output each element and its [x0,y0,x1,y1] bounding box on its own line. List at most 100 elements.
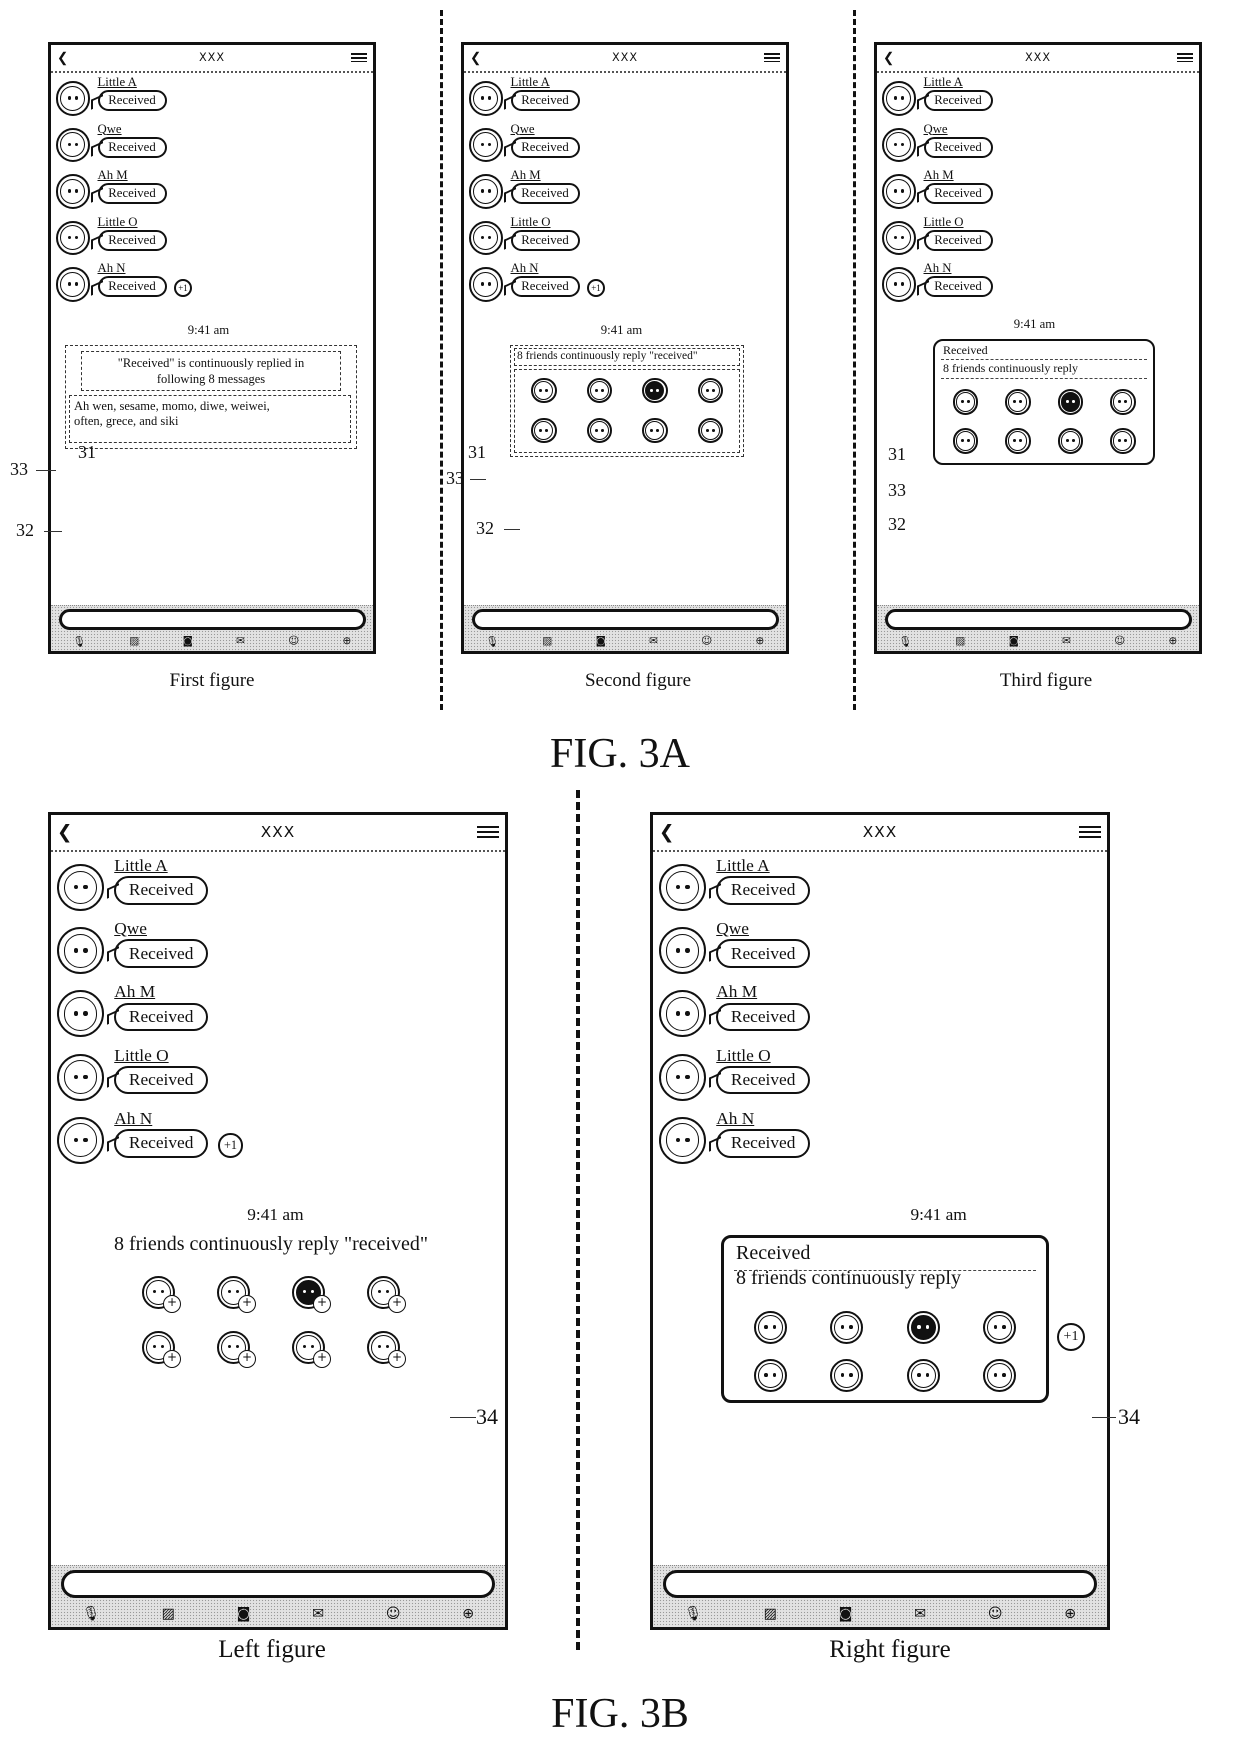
message-bubble[interactable]: Received [716,1065,811,1095]
back-icon[interactable]: ❮ [470,50,481,66]
image-icon[interactable]: ▨ [542,635,552,647]
avatar-one-eyed-monster-avatar[interactable] [55,220,90,255]
avatar-astronaut-avatar[interactable] [468,267,503,302]
camera-icon[interactable]: ◙ [839,1606,853,1622]
friend-avatar-6[interactable] [1005,428,1031,454]
message-input[interactable] [884,609,1192,630]
friend-avatar-1[interactable] [531,377,557,404]
avatar-boy-face-avatar[interactable] [468,174,503,209]
message-bubble[interactable]: Received [97,229,167,251]
friend-avatar-3[interactable] [1057,389,1083,415]
emoji-icon[interactable]: ☺ [386,1606,401,1622]
message-bubble[interactable]: Received [923,136,993,158]
emoji-icon[interactable]: ☺ [1114,635,1125,647]
message-input[interactable] [663,1569,1097,1599]
friend-avatar-1[interactable] [753,1311,787,1345]
friend-avatar-6[interactable]: + [217,1330,256,1368]
camera-icon[interactable]: ◙ [596,635,606,647]
red-envelope-icon[interactable]: ✉ [236,635,245,647]
friend-avatar-4[interactable] [983,1311,1017,1345]
message-bubble[interactable]: Received [923,229,993,251]
message-bubble[interactable]: Received [923,183,993,204]
plus-one-button[interactable]: +1 [1057,1322,1085,1351]
message-bubble[interactable]: Received [114,1002,209,1032]
add-friend-badge[interactable]: + [238,1294,256,1313]
avatar-bird-avatar[interactable] [57,927,105,975]
friend-avatar-2[interactable] [830,1311,864,1345]
red-envelope-icon[interactable]: ✉ [649,635,658,647]
friend-avatar-7[interactable]: + [292,1330,331,1368]
friend-avatar-7[interactable] [642,417,668,444]
avatar-girl-face-avatar[interactable] [881,81,916,116]
message-bubble[interactable]: Received [510,276,580,297]
message-bubble[interactable]: Received [114,1065,209,1095]
friend-avatar-3[interactable]: + [292,1275,331,1313]
back-icon[interactable]: ❮ [57,822,72,843]
image-icon[interactable]: ▨ [129,635,139,647]
message-bubble[interactable]: Received [114,1129,209,1158]
message-bubble[interactable]: Received [923,276,993,297]
friend-avatar-5[interactable]: + [142,1330,181,1368]
avatar-girl-face-avatar[interactable] [468,81,503,116]
plus-circle-icon[interactable]: ⊕ [343,635,352,647]
friend-avatar-4[interactable] [1110,389,1136,415]
plus-circle-icon[interactable]: ⊕ [756,635,765,647]
message-input[interactable] [58,609,366,630]
friend-avatar-2[interactable] [586,377,612,404]
menu-icon[interactable] [350,53,367,63]
plus-circle-icon[interactable]: ⊕ [1064,1606,1076,1622]
avatar-girl-face-avatar[interactable] [55,81,90,116]
message-bubble[interactable]: Received [510,136,580,158]
camera-icon[interactable]: ◙ [237,1606,251,1622]
friend-avatar-8[interactable] [983,1359,1017,1393]
message-bubble[interactable]: Received [716,939,811,968]
avatar-bird-avatar[interactable] [881,127,916,162]
microphone-icon[interactable]: 🎙 [486,635,499,648]
avatar-girl-face-avatar[interactable] [57,863,105,911]
message-bubble[interactable]: Received [114,876,209,905]
message-bubble[interactable]: Received [716,1129,811,1158]
aggregated-message-card[interactable]: Received 8 friends continuously reply [933,338,1155,465]
friend-avatar-7[interactable] [906,1359,940,1393]
emoji-icon[interactable]: ☺ [988,1606,1003,1622]
message-bubble[interactable]: Received [716,1002,811,1032]
plus-circle-icon[interactable]: ⊕ [1169,635,1178,647]
menu-icon[interactable] [1078,826,1101,839]
add-friend-badge[interactable]: + [313,1294,331,1313]
friend-avatar-6[interactable] [586,417,612,444]
camera-icon[interactable]: ◙ [1009,635,1019,647]
friend-avatar-4[interactable] [697,377,723,404]
red-envelope-icon[interactable]: ✉ [1062,635,1071,647]
add-friend-badge[interactable]: + [388,1294,406,1313]
friend-avatar-3[interactable] [642,377,668,404]
avatar-one-eyed-monster-avatar[interactable] [57,1053,105,1101]
add-friend-badge[interactable]: + [163,1349,181,1368]
avatar-bird-avatar[interactable] [468,127,503,162]
message-bubble[interactable]: Received [510,183,580,204]
emoji-icon[interactable]: ☺ [701,635,712,647]
friend-avatar-8[interactable]: + [367,1330,406,1368]
avatar-one-eyed-monster-avatar[interactable] [468,220,503,255]
message-bubble[interactable]: Received [923,90,993,111]
message-bubble[interactable]: Received [510,229,580,251]
red-envelope-icon[interactable]: ✉ [914,1606,926,1622]
avatar-one-eyed-monster-avatar[interactable] [881,220,916,255]
image-icon[interactable]: ▨ [764,1606,777,1622]
friend-avatar-1[interactable] [952,389,978,415]
aggregated-message-card[interactable]: Received 8 friends continuously reply [721,1234,1049,1403]
message-bubble[interactable]: Received [510,90,580,111]
message-bubble[interactable]: Received [716,876,811,905]
avatar-astronaut-avatar[interactable] [881,267,916,302]
friend-avatar-1[interactable]: + [142,1275,181,1313]
friend-avatar-3[interactable] [906,1311,940,1345]
friend-avatar-2[interactable]: + [217,1275,256,1313]
emoji-icon[interactable]: ☺ [288,635,299,647]
friend-avatar-7[interactable] [1057,428,1083,454]
back-icon[interactable]: ❮ [57,50,68,66]
message-bubble[interactable]: Received [97,90,167,111]
plus-one-button[interactable]: +1 [587,279,605,297]
friend-avatar-8[interactable] [697,417,723,444]
image-icon[interactable]: ▨ [955,635,965,647]
add-friend-badge[interactable]: + [313,1349,331,1368]
camera-icon[interactable]: ◙ [183,635,193,647]
